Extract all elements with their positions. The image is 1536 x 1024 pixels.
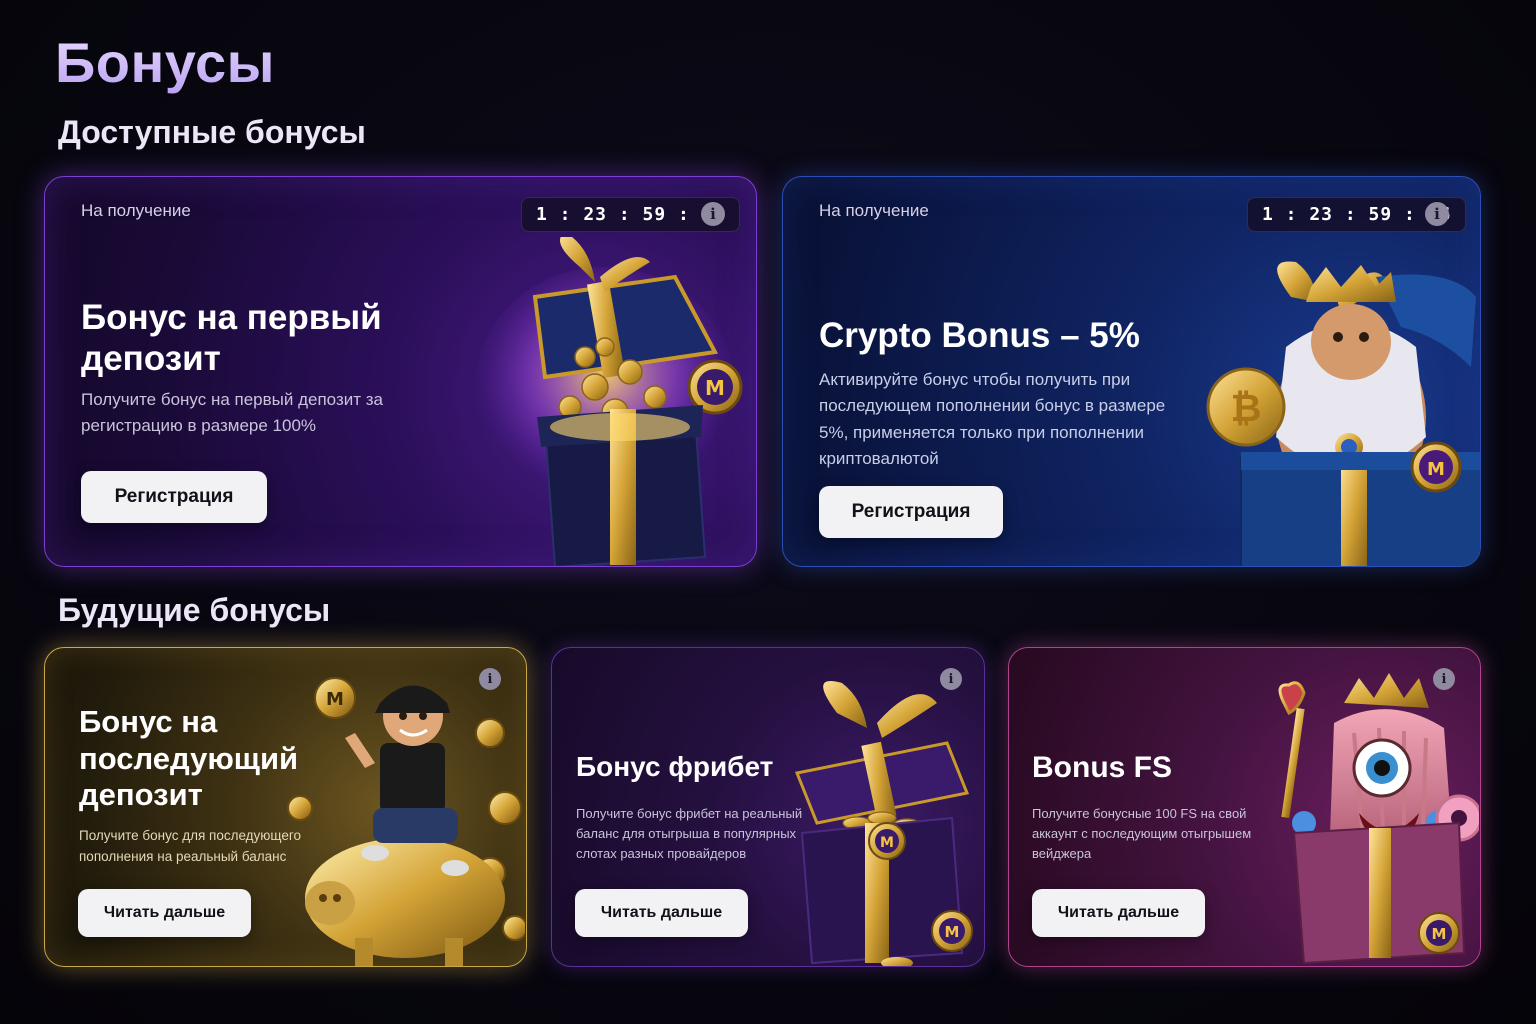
bonus-card-crypto: На получение 1 : 23 : 59 : 56 i Crypto B… bbox=[782, 176, 1481, 567]
svg-text:M: M bbox=[1427, 459, 1445, 480]
card-title: Crypto Bonus – 5% bbox=[819, 316, 1140, 355]
svg-text:M: M bbox=[945, 923, 960, 941]
crowned-monster-gift-icon: M bbox=[1278, 673, 1479, 965]
card-title: Бонус на первый депозит bbox=[81, 298, 382, 379]
card-description: Получите бонус фрибет на реальный баланс… bbox=[576, 806, 803, 862]
status-label: На получение bbox=[81, 201, 191, 220]
bonus-card-next-deposit: i Бонус на последующий депозит Получите … bbox=[44, 647, 527, 967]
page-title: Бонусы bbox=[55, 31, 275, 94]
zeus-bitcoin-icon: ₿ M bbox=[1206, 261, 1480, 566]
svg-text:M: M bbox=[326, 689, 344, 710]
info-icon[interactable]: i bbox=[1425, 202, 1449, 226]
piggy-bank-character-icon: M bbox=[287, 677, 525, 966]
read-more-button[interactable]: Читать дальше bbox=[78, 889, 251, 937]
bonus-card-first-deposit: На получение 1 : 23 : 59 : 56 i Бонус на… bbox=[44, 176, 757, 567]
read-more-button[interactable]: Читать дальше bbox=[575, 889, 748, 937]
register-button[interactable]: Регистрация bbox=[819, 486, 1003, 538]
treasure-gift-box-icon: M M bbox=[794, 681, 973, 966]
card-description: Получите бонусные 100 FS на свой аккаунт… bbox=[1032, 806, 1252, 862]
bonus-card-freebet: i Бонус фрибет Получите бонус фрибет на … bbox=[551, 647, 985, 967]
register-button[interactable]: Регистрация bbox=[81, 471, 267, 523]
status-label: На получение bbox=[819, 201, 929, 220]
bonuses-page: Бонусы Доступные бонусы На получение 1 :… bbox=[0, 0, 1536, 1024]
info-icon[interactable]: i bbox=[701, 202, 725, 226]
section-title-available: Доступные бонусы bbox=[58, 114, 366, 150]
card-title: Bonus FS bbox=[1032, 751, 1172, 784]
bonus-card-free-spins: i Bonus FS Получите бонусные 100 FS на с… bbox=[1008, 647, 1481, 967]
gift-box-coins-icon: M bbox=[475, 237, 743, 566]
card-description: Получите бонус на первый депозит за реги… bbox=[81, 390, 383, 436]
svg-text:M: M bbox=[880, 835, 894, 851]
svg-text:M: M bbox=[705, 376, 725, 400]
section-title-future: Будущие бонусы bbox=[58, 592, 331, 628]
read-more-button[interactable]: Читать дальше bbox=[1032, 889, 1205, 937]
card-description: Активируйте бонус чтобы получить при пос… bbox=[819, 370, 1166, 469]
svg-text:₿: ₿ bbox=[1231, 386, 1262, 430]
svg-text:M: M bbox=[1432, 925, 1447, 943]
